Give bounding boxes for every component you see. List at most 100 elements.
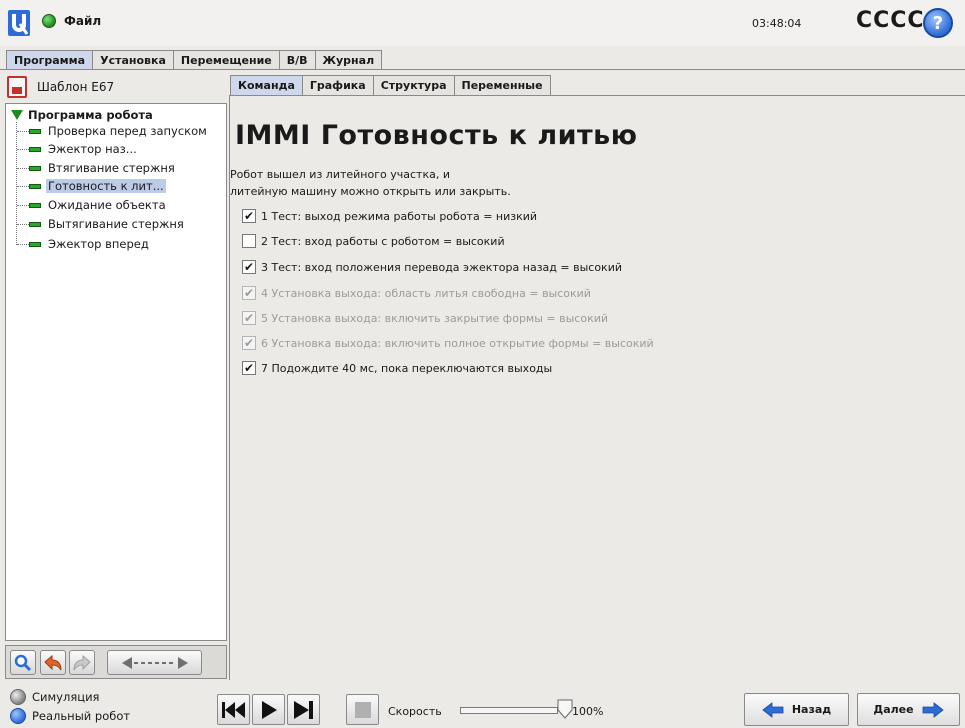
template-file-icon[interactable] (7, 76, 27, 98)
checkbox[interactable]: ✔ (242, 260, 256, 274)
page-title: IMMI Готовность к литью (235, 120, 638, 151)
mode-real-robot[interactable]: Реальный робот (10, 708, 130, 724)
stop-icon[interactable] (346, 694, 379, 725)
command-panel: IMMI Готовность к литью Робот вышел из л… (229, 95, 965, 680)
command-icon (29, 165, 41, 171)
redo-icon[interactable] (69, 650, 95, 675)
speed-slider-fill (461, 708, 557, 713)
description-line: литейную машину можно открыть или закрыт… (230, 185, 511, 198)
command-icon (29, 241, 41, 247)
tree-item[interactable]: Вытягивание стержня (17, 216, 186, 232)
tree-item-label: Ожидание объекта (48, 198, 166, 212)
template-name: Шаблон E67 (37, 80, 115, 94)
tab-structure[interactable]: Структура (372, 75, 455, 95)
checkbox[interactable]: ✔ (242, 209, 256, 223)
checkbox[interactable] (242, 234, 256, 248)
radio-icon (10, 689, 26, 705)
checkbox: ✔ (242, 311, 256, 325)
title-bar: Файл 03:48:04 CCCC ? (0, 0, 965, 46)
check-row[interactable]: ✔ 7 Подождите 40 мс, пока переключаются в… (242, 360, 552, 376)
tree-item[interactable]: Эжектор вперед (17, 236, 151, 252)
skip-forward-icon[interactable] (287, 694, 320, 725)
tree-item[interactable]: Втягивание стержня (17, 160, 177, 176)
status-ball-icon (42, 14, 56, 28)
robot-name: CCCC (856, 8, 925, 33)
check-row[interactable]: 2 Тест: вход работы с роботом = высокий (242, 233, 505, 249)
checkbox: ✔ (242, 336, 256, 350)
tree-item-label: Эжектор вперед (48, 237, 149, 251)
help-icon[interactable]: ? (923, 8, 953, 38)
tab-move[interactable]: Перемещение (172, 50, 280, 70)
clock: 03:48:04 (752, 17, 802, 30)
play-icon[interactable] (252, 694, 285, 725)
ur-logo-icon (8, 10, 30, 36)
check-label: 4 Установка выхода: область литья свобод… (261, 286, 591, 300)
tab-program[interactable]: Программа (6, 50, 94, 70)
tab-divider (0, 69, 965, 70)
tab-io[interactable]: В/В (278, 50, 316, 70)
checkbox[interactable]: ✔ (242, 361, 256, 375)
tree-item-label: Эжектор наз... (48, 142, 137, 156)
next-button[interactable]: Далее (857, 693, 960, 726)
footer-bar: Симуляция Реальный робот Скорость 100% Н… (0, 682, 965, 728)
check-label: 3 Тест: вход положения перевода эжектора… (261, 260, 622, 274)
check-row[interactable]: ✔ 3 Тест: вход положения перевода эжектор… (242, 259, 622, 275)
back-button[interactable]: Назад (744, 693, 849, 726)
check-row: ✔ 5 Установка выхода: включить закрытие ф… (242, 310, 608, 326)
template-header: Шаблон E67 (5, 73, 227, 101)
move-arrow-icon[interactable] (107, 650, 202, 675)
command-icon (29, 146, 41, 152)
mode-simulation-label: Симуляция (32, 690, 100, 704)
tab-command[interactable]: Команда (230, 75, 303, 95)
sub-tabs: Команда Графика Структура Переменные (230, 75, 551, 95)
check-label: 1 Тест: выход режима работы робота = низ… (261, 209, 538, 223)
tree-root-label: Программа робота (28, 108, 153, 122)
main-tabs: Программа Установка Перемещение В/В Журн… (6, 50, 383, 70)
tree-item-label: Вытягивание стержня (48, 217, 184, 231)
check-row: ✔ 4 Установка выхода: область литья свобо… (242, 285, 591, 301)
program-tree-panel: Шаблон E67 Программа робота Проверка пер… (5, 73, 227, 680)
tree-item-selected[interactable]: Готовность к лит... (17, 178, 166, 194)
next-arrow-icon (922, 701, 944, 718)
check-label: 2 Тест: вход работы с роботом = высокий (261, 234, 505, 248)
tab-log[interactable]: Журнал (314, 50, 383, 70)
tab-installation[interactable]: Установка (92, 50, 174, 70)
search-icon[interactable] (10, 650, 36, 675)
checkbox: ✔ (242, 286, 256, 300)
mode-simulation[interactable]: Симуляция (10, 689, 99, 705)
tab-variables[interactable]: Переменные (453, 75, 551, 95)
check-row: ✔ 6 Установка выхода: включить полное отк… (242, 335, 654, 351)
command-icon (29, 221, 41, 227)
tree-item[interactable]: Проверка перед запуском (17, 123, 209, 139)
check-label: 7 Подождите 40 мс, пока переключаются вы… (261, 361, 553, 375)
check-label: 6 Установка выхода: включить полное откр… (261, 336, 654, 350)
tree-toolbar (5, 645, 227, 679)
tree-item-label: Готовность к лит... (46, 179, 166, 193)
speed-value: 100% (572, 705, 604, 718)
check-row[interactable]: ✔ 1 Тест: выход режима работы робота = ни… (242, 208, 537, 224)
skip-back-icon[interactable] (217, 694, 250, 725)
undo-icon[interactable] (40, 650, 66, 675)
command-icon (29, 202, 41, 208)
tree-root[interactable]: Программа робота (11, 108, 153, 122)
description-line: Робот вышел из литейного участка, и (230, 168, 450, 181)
command-icon (29, 183, 41, 189)
tab-graphics[interactable]: Графика (301, 75, 374, 95)
radio-icon (10, 708, 26, 724)
back-button-label: Назад (791, 703, 832, 716)
file-menu[interactable]: Файл (42, 14, 101, 28)
tree-item[interactable]: Ожидание объекта (17, 197, 168, 213)
tree-item-label: Проверка перед запуском (48, 124, 207, 138)
check-label: 5 Установка выхода: включить закрытие фо… (261, 311, 609, 325)
speed-slider-thumb[interactable] (557, 699, 573, 719)
file-menu-label: Файл (64, 14, 102, 28)
speed-label: Скорость (388, 705, 442, 718)
back-arrow-icon (762, 701, 784, 718)
expand-triangle-icon[interactable] (11, 110, 23, 120)
command-icon (29, 128, 41, 134)
program-tree: Программа робота Проверка перед запуском… (5, 103, 227, 641)
mode-real-label: Реальный робот (32, 709, 131, 723)
description: Робот вышел из литейного участка, и лите… (230, 166, 511, 200)
speed-slider[interactable] (460, 707, 558, 714)
tree-item[interactable]: Эжектор наз... (17, 141, 139, 157)
